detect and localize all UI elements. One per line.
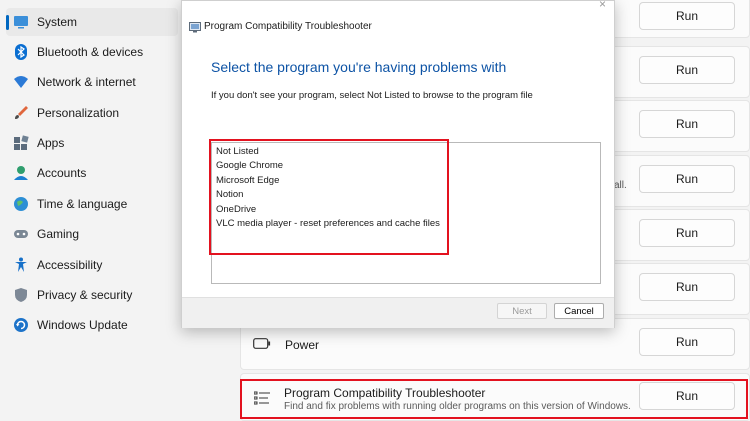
run-button[interactable]: Run: [639, 56, 735, 84]
globe-icon: [13, 196, 29, 212]
card-description-fragment: all.: [614, 180, 627, 191]
power-run-button[interactable]: Run: [639, 328, 735, 356]
sidebar-item-label: Privacy & security: [37, 288, 133, 302]
apps-icon: [13, 135, 29, 151]
sidebar-item-personalization[interactable]: Personalization: [6, 99, 178, 127]
close-button[interactable]: ×: [599, 0, 606, 11]
settings-sidebar: System Bluetooth & devices Network & int…: [0, 0, 180, 420]
sidebar-item-accounts[interactable]: Accounts: [6, 159, 178, 187]
dialog-titlebar: Program Compatibility Troubleshooter ×: [182, 0, 614, 51]
bluetooth-icon: [13, 44, 29, 60]
sidebar-item-label: Gaming: [37, 227, 80, 241]
shield-icon: [13, 287, 29, 303]
program-list-item[interactable]: Notion: [216, 189, 243, 200]
dialog-instruction: If you don't see your program, select No…: [211, 90, 533, 101]
program-list-item[interactable]: OneDrive: [216, 204, 256, 215]
sidebar-item-label: Accessibility: [37, 258, 103, 272]
run-button[interactable]: Run: [639, 110, 735, 138]
person-icon: [13, 165, 29, 181]
sidebar-item-label: System: [37, 15, 78, 29]
sidebar-item-windows-update[interactable]: Windows Update: [6, 311, 178, 339]
sidebar-item-label: Windows Update: [37, 318, 128, 332]
sidebar-item-label: Apps: [37, 136, 65, 150]
sidebar-item-gaming[interactable]: Gaming: [6, 220, 178, 248]
program-listbox[interactable]: Not Listed Google Chrome Microsoft Edge …: [211, 142, 601, 284]
brush-icon: [13, 105, 29, 121]
sidebar-item-label: Bluetooth & devices: [37, 45, 144, 59]
run-button[interactable]: Run: [639, 219, 735, 247]
dialog-footer: Next Cancel: [182, 297, 614, 328]
card-title: Program Compatibility Troubleshooter: [284, 386, 486, 400]
card-title: Power: [285, 338, 320, 352]
run-button[interactable]: Run: [639, 165, 735, 193]
gamepad-icon: [13, 226, 29, 242]
sidebar-item-accessibility[interactable]: Accessibility: [6, 251, 178, 279]
accessibility-icon: [13, 257, 29, 273]
sidebar-item-label: Personalization: [37, 106, 120, 120]
sidebar-item-label: Time & language: [37, 197, 128, 211]
sidebar-item-apps[interactable]: Apps: [6, 129, 178, 157]
run-button[interactable]: Run: [639, 273, 735, 301]
card-description: Find and fix problems with running older…: [284, 401, 631, 412]
program-list-item[interactable]: VLC media player - reset preferences and…: [216, 218, 440, 229]
program-list-item[interactable]: Microsoft Edge: [216, 175, 279, 186]
program-list-item[interactable]: Google Chrome: [216, 160, 283, 171]
cancel-button[interactable]: Cancel: [554, 303, 604, 319]
sidebar-item-time-language[interactable]: Time & language: [6, 190, 178, 218]
troubleshooter-dialog: Program Compatibility Troubleshooter × S…: [181, 0, 615, 328]
troubleshooter-app-icon: [189, 22, 201, 33]
run-button[interactable]: Run: [639, 2, 735, 30]
wifi-icon: [13, 74, 29, 90]
dialog-title: Program Compatibility Troubleshooter: [204, 21, 372, 32]
sidebar-item-system[interactable]: System: [6, 8, 178, 36]
dialog-heading: Select the program you're having problem…: [211, 59, 507, 75]
list-settings-icon: [253, 391, 270, 408]
compat-run-button[interactable]: Run: [639, 382, 735, 410]
next-button[interactable]: Next: [497, 303, 547, 319]
sidebar-item-label: Network & internet: [37, 75, 136, 89]
battery-icon: [253, 338, 271, 352]
system-icon: [13, 14, 29, 30]
sidebar-item-label: Accounts: [37, 166, 87, 180]
update-icon: [13, 317, 29, 333]
active-indicator: [6, 15, 9, 30]
sidebar-item-privacy[interactable]: Privacy & security: [6, 281, 178, 309]
sidebar-item-network[interactable]: Network & internet: [6, 68, 178, 96]
sidebar-item-bluetooth[interactable]: Bluetooth & devices: [6, 38, 178, 66]
program-list-item[interactable]: Not Listed: [216, 146, 259, 157]
